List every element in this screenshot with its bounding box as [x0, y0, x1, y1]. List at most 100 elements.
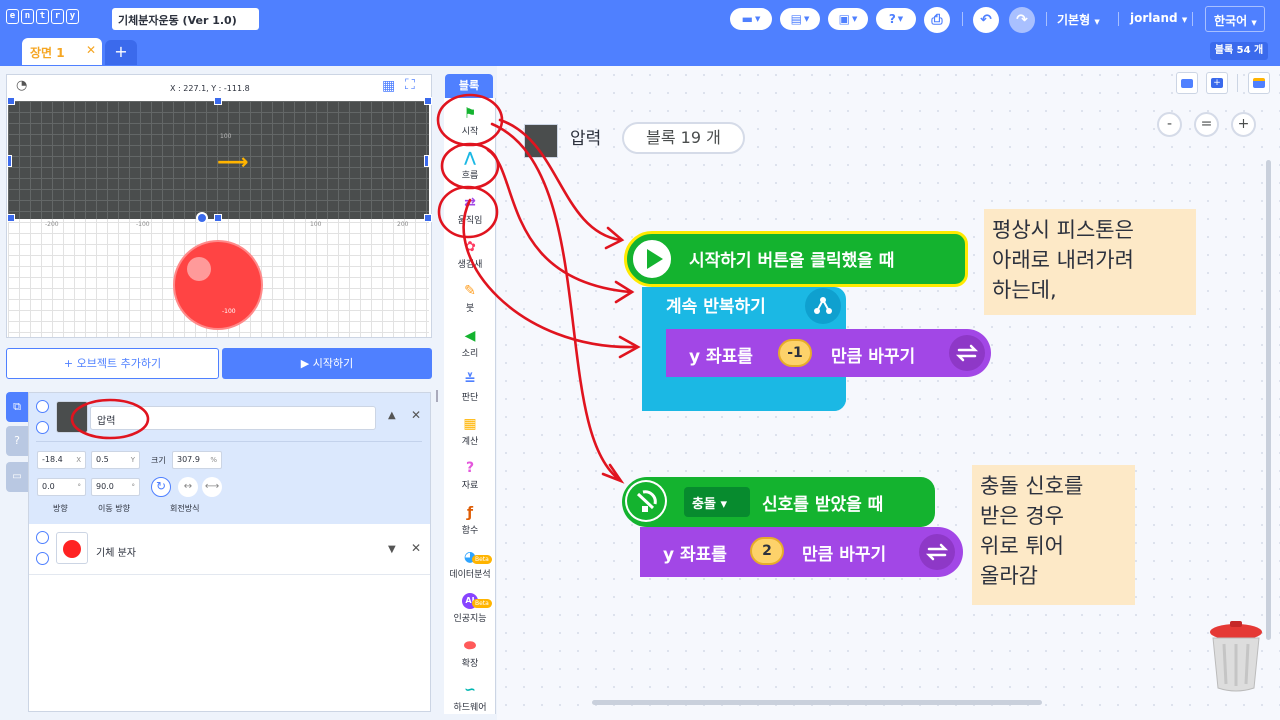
- category-calc[interactable]: ▦ 계산: [444, 410, 496, 454]
- resize-handle[interactable]: [214, 214, 222, 222]
- resize-handle[interactable]: [424, 97, 432, 105]
- red-ball-icon: [63, 540, 81, 558]
- number-input[interactable]: -1: [778, 339, 812, 367]
- lock-icon[interactable]: [36, 552, 49, 565]
- category-move[interactable]: ⇄ 움직임: [444, 189, 496, 233]
- speed-icon[interactable]: ◔: [16, 78, 27, 93]
- category-flow[interactable]: ⋀ 흐름: [444, 144, 496, 188]
- zoom-out-button[interactable]: -: [1157, 112, 1182, 137]
- rotate-none-icon[interactable]: ⟷: [202, 477, 222, 497]
- console-tab-icon[interactable]: ▭: [6, 462, 28, 492]
- category-extension[interactable]: ⬬ 확장: [444, 632, 496, 676]
- resize-handle[interactable]: [7, 214, 15, 222]
- file-menu-button[interactable]: ▤ ▼: [780, 8, 820, 30]
- expand-caret-icon[interactable]: ▼: [388, 544, 396, 555]
- size-input[interactable]: 307.9%: [172, 451, 222, 469]
- vertical-scrollbar[interactable]: [1266, 160, 1271, 640]
- language-menu[interactable]: 한국어 ▼: [1205, 6, 1265, 32]
- add-comment-button[interactable]: +: [1206, 72, 1228, 94]
- gas-molecule-sprite[interactable]: [173, 240, 263, 330]
- hardware-icon: ∽: [464, 681, 476, 698]
- user-menu[interactable]: jorland ▼: [1130, 11, 1187, 25]
- resize-handle[interactable]: [214, 97, 222, 105]
- panel-resize-handle[interactable]: [436, 390, 438, 402]
- category-sound[interactable]: ◀ 소리: [444, 322, 496, 366]
- change-y-block[interactable]: y 좌표를 -1 만큼 바꾸기: [666, 329, 991, 377]
- resize-handle[interactable]: [424, 214, 432, 222]
- fullscreen-icon[interactable]: ⛶: [405, 77, 415, 93]
- entry-logo[interactable]: e n t r y: [6, 9, 79, 24]
- start-button[interactable]: ▶ 시작하기: [222, 348, 432, 379]
- print-button[interactable]: ⎙: [924, 7, 950, 33]
- direction-input[interactable]: 0.0 °: [37, 478, 86, 496]
- y-value: 0.5: [96, 455, 109, 464]
- move-direction-label: 이동 방향: [98, 504, 130, 513]
- project-title-input[interactable]: 기체분자운동 (Ver 1.0): [112, 8, 259, 30]
- comment-button[interactable]: [1176, 72, 1198, 94]
- x-coordinate-input[interactable]: -18.4 X: [37, 451, 86, 469]
- rotate-free-icon[interactable]: ↻: [151, 477, 171, 497]
- backpack-button[interactable]: [1248, 72, 1270, 94]
- direction-arrow-icon[interactable]: ⟶: [217, 150, 249, 175]
- object-name-input[interactable]: 압력: [90, 406, 376, 430]
- close-icon[interactable]: ✕: [86, 43, 96, 57]
- category-function[interactable]: ƒ 함수: [444, 499, 496, 543]
- category-data[interactable]: ? 자료: [444, 454, 496, 498]
- zoom-reset-button[interactable]: =: [1194, 112, 1219, 137]
- save-menu-button[interactable]: ▣ ▼: [828, 8, 868, 30]
- help-tab-icon[interactable]: ?: [6, 426, 28, 456]
- collapse-caret-icon[interactable]: ▲: [388, 410, 396, 421]
- scene-tab[interactable]: 장면 1 ✕: [22, 38, 102, 65]
- object-item[interactable]: [29, 524, 430, 575]
- when-signal-received-block[interactable]: 충돌 ▾ 신호를 받았을 때: [622, 477, 935, 527]
- category-flag[interactable]: ⚑ 시작: [444, 100, 496, 144]
- note-line: 충돌 신호를: [980, 474, 1084, 498]
- save-icon: ▣: [838, 12, 850, 26]
- block-toggle-button[interactable]: ▬ ▼: [730, 8, 772, 30]
- delete-object-icon[interactable]: ✕: [411, 408, 421, 422]
- category-ai[interactable]: AI 인공지능 Beta: [444, 587, 496, 631]
- trash-can-icon[interactable]: [1208, 620, 1264, 692]
- move-direction-input[interactable]: 90.0 °: [91, 478, 140, 496]
- change-y-block[interactable]: y 좌표를 2 만큼 바꾸기: [640, 527, 963, 577]
- redo-button[interactable]: ↷: [1009, 7, 1035, 33]
- category-label: 시작: [461, 127, 479, 137]
- category-hardware[interactable]: ∽ 하드웨어: [444, 676, 496, 720]
- visibility-eye-icon[interactable]: [36, 531, 49, 544]
- category-label: 확장: [461, 658, 479, 669]
- add-object-button[interactable]: + 오브젝트 추가하기: [6, 348, 219, 379]
- resize-handle[interactable]: [7, 97, 15, 105]
- category-label: 흐름: [461, 171, 479, 182]
- number-input[interactable]: 2: [750, 537, 784, 565]
- visibility-eye-icon[interactable]: [36, 400, 49, 413]
- category-analysis[interactable]: ◕ 데이터분석 Beta: [444, 543, 496, 587]
- lock-icon[interactable]: [36, 421, 49, 434]
- divider: [1237, 74, 1238, 92]
- category-brush[interactable]: ✎ 붓: [444, 277, 496, 321]
- grid-icon[interactable]: ▦: [382, 78, 395, 94]
- signal-dropdown[interactable]: 충돌 ▾: [684, 487, 750, 517]
- delete-object-icon[interactable]: ✕: [411, 541, 421, 555]
- category-judgement[interactable]: ≚ 판단: [444, 366, 496, 410]
- category-label: 생김새: [457, 259, 483, 270]
- rotation-handle[interactable]: [196, 212, 208, 224]
- workspace-block-count: 블록 19 개: [622, 122, 745, 154]
- block-tab[interactable]: 블록: [445, 74, 493, 98]
- zoom-in-button[interactable]: +: [1231, 112, 1256, 137]
- add-scene-button[interactable]: +: [105, 40, 137, 65]
- resize-handle[interactable]: [7, 155, 12, 167]
- rotate-horizontal-icon[interactable]: ↔: [178, 477, 198, 497]
- beta-badge: Beta: [472, 599, 492, 609]
- object-tab-icon[interactable]: ⧉: [6, 392, 28, 422]
- help-menu-button[interactable]: ? ▼: [876, 8, 916, 30]
- resize-handle[interactable]: [424, 155, 429, 167]
- when-start-clicked-block[interactable]: 시작하기 버튼을 클릭했을 때: [624, 231, 968, 287]
- mode-menu[interactable]: 기본형 ▼: [1057, 11, 1100, 28]
- play-icon: [630, 237, 674, 281]
- divider: [1046, 12, 1047, 26]
- category-looks[interactable]: ✿ 생김새: [444, 233, 496, 277]
- horizontal-scrollbar[interactable]: [592, 700, 1042, 705]
- undo-button[interactable]: ↶: [973, 7, 999, 33]
- y-coordinate-input[interactable]: 0.5 Y: [91, 451, 140, 469]
- block-workspace[interactable]: [497, 66, 1280, 720]
